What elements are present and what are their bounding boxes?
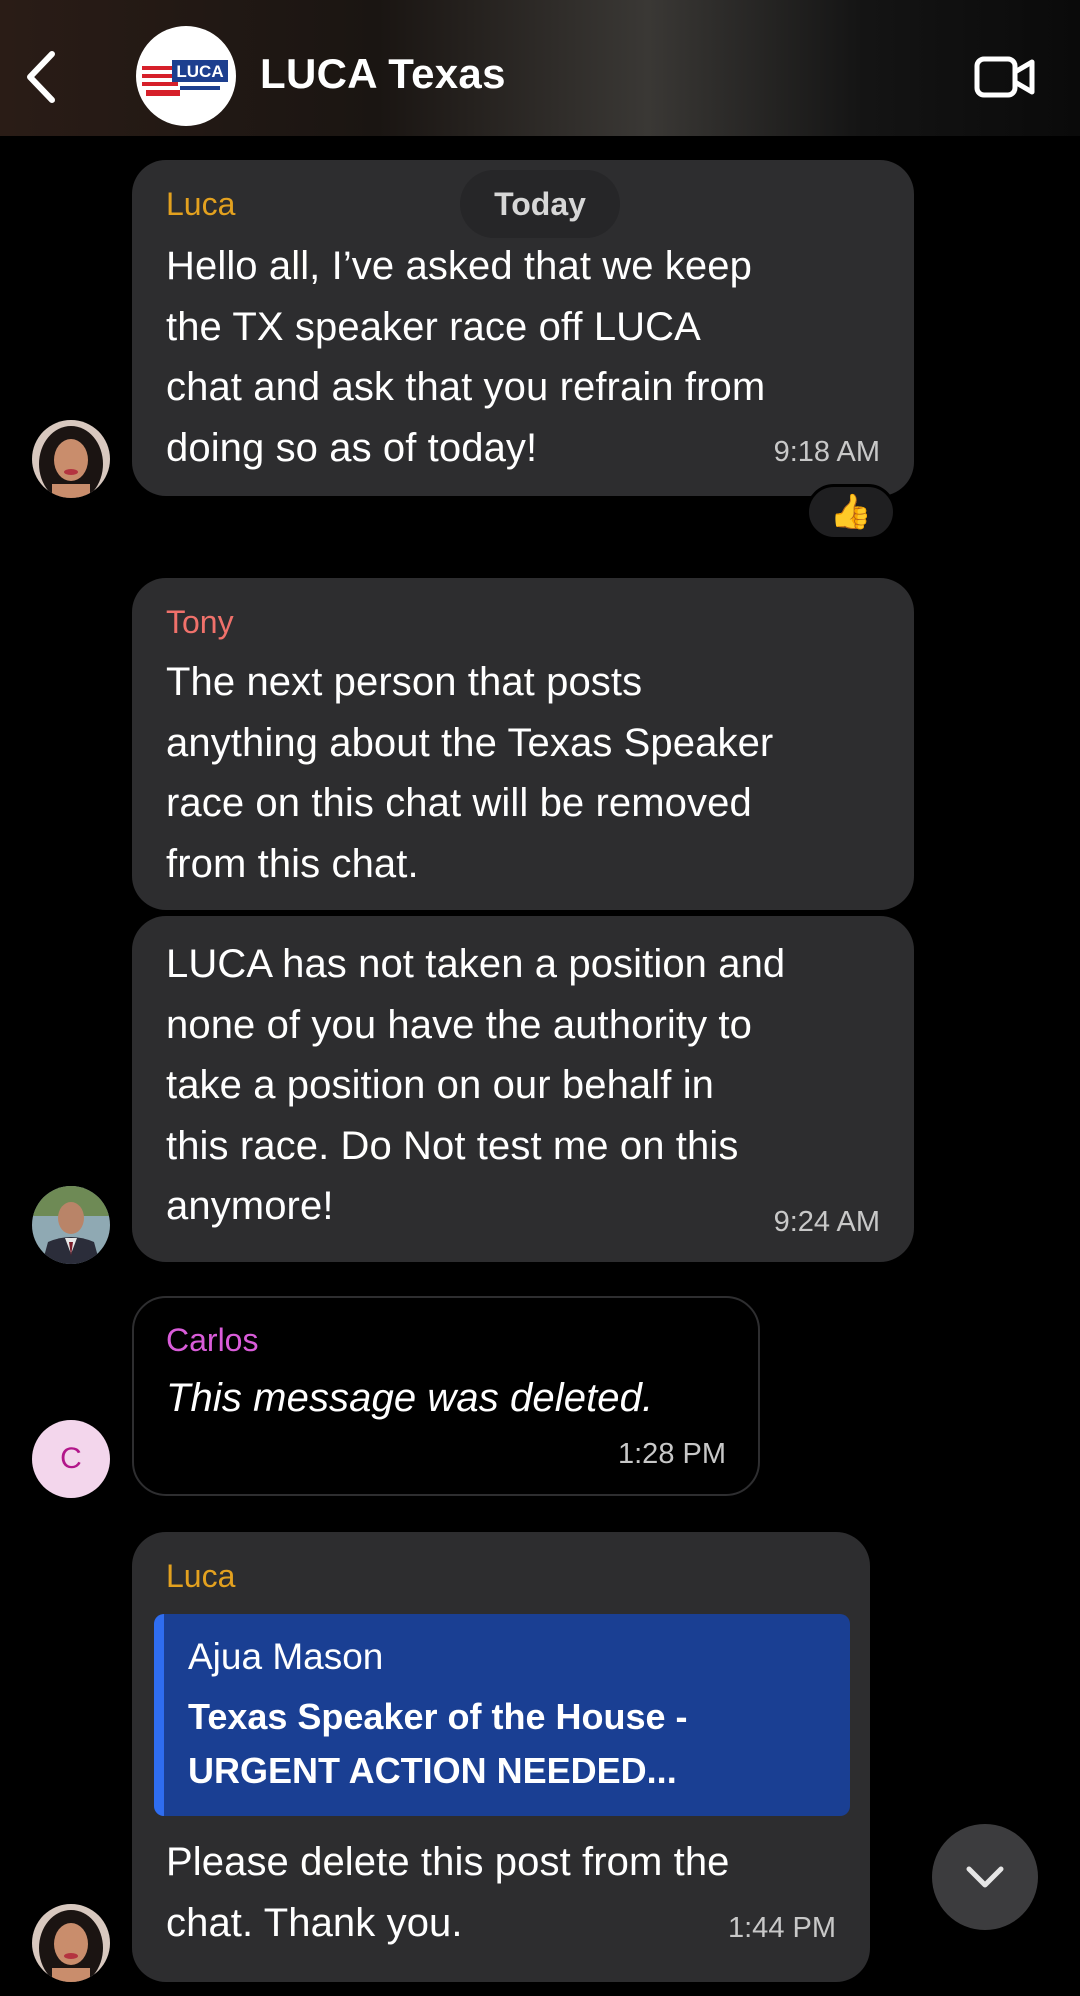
sender-name: Luca — [166, 1558, 236, 1594]
quote-accent-bar — [154, 1614, 164, 1816]
thumbs-up-icon: 👍 — [829, 493, 873, 531]
back-button[interactable] — [18, 44, 64, 110]
message-time: 9:18 AM — [773, 436, 880, 468]
quoted-text-line: URGENT ACTION NEEDED... — [188, 1750, 677, 1791]
message-bubble[interactable]: Tony The next person that posts anything… — [132, 578, 914, 910]
chevron-down-icon — [966, 1866, 1004, 1888]
luca-logo: LUCA — [142, 60, 228, 96]
message-text: The next person that posts anything abou… — [166, 660, 774, 886]
avatar[interactable] — [32, 1186, 110, 1264]
message-time: 1:44 PM — [728, 1912, 836, 1944]
video-call-button[interactable] — [970, 48, 1040, 106]
video-camera-icon — [974, 56, 1035, 98]
group-title[interactable]: LUCA Texas — [260, 50, 506, 98]
quoted-message[interactable]: Ajua Mason Texas Speaker of the House - … — [154, 1614, 850, 1816]
quoted-author: Ajua Mason — [188, 1636, 384, 1677]
sender-name: Tony — [166, 604, 234, 640]
chat-screen: LUCA LUCA Texas Luca Hello all, I’ve ask… — [0, 0, 1080, 1996]
deleted-message-bubble[interactable]: Carlos This message was deleted. 1:28 PM — [132, 1296, 760, 1496]
message-text: This message was deleted. — [166, 1376, 654, 1420]
message-text: Hello all, I’ve asked that we keep the T… — [166, 244, 766, 470]
message-text: Please delete this post from the chat. T… — [166, 1840, 730, 1945]
group-avatar[interactable]: LUCA — [136, 26, 236, 126]
chat-header: LUCA LUCA Texas — [0, 0, 1080, 136]
reaction-badge[interactable]: 👍 — [806, 484, 896, 540]
user-avatar-photo — [32, 1904, 110, 1982]
sender-name: Carlos — [166, 1322, 259, 1358]
svg-text:LUCA: LUCA — [176, 62, 223, 81]
avatar[interactable] — [32, 420, 110, 498]
avatar[interactable] — [32, 1904, 110, 1982]
message-time: 9:24 AM — [773, 1206, 880, 1238]
message-text: LUCA has not taken a position and none o… — [166, 942, 786, 1228]
message-bubble[interactable]: LUCA has not taken a position and none o… — [132, 916, 914, 1262]
chevron-left-icon — [27, 51, 55, 103]
avatar[interactable]: C — [32, 1420, 110, 1498]
date-separator: Today — [460, 170, 620, 238]
user-avatar-photo — [32, 1186, 110, 1264]
quoted-text-line: Texas Speaker of the House - — [188, 1696, 688, 1737]
scroll-to-bottom-button[interactable] — [932, 1824, 1038, 1930]
message-time: 1:28 PM — [618, 1438, 726, 1470]
sender-name: Luca — [166, 186, 236, 222]
user-avatar-photo — [32, 420, 110, 498]
